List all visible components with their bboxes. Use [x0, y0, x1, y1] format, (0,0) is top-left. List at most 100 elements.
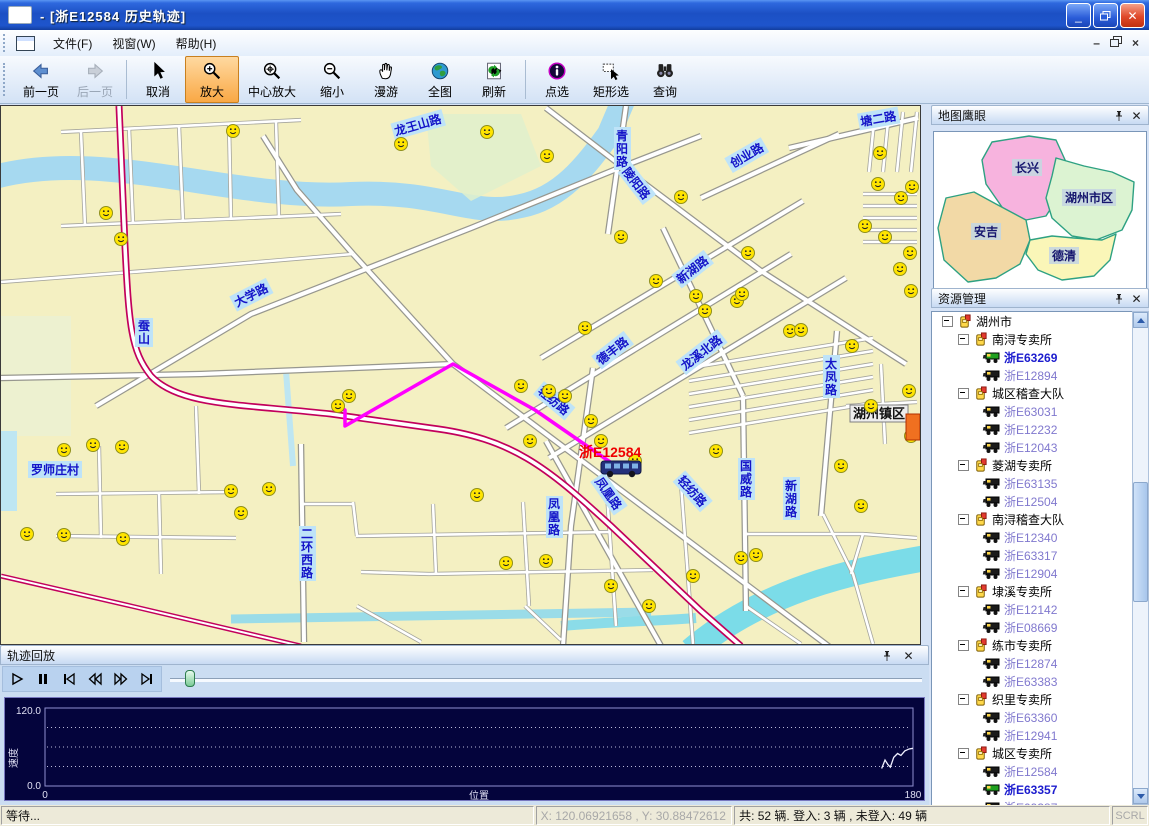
vehicle-marker-smiley[interactable]: [395, 138, 408, 151]
vehicle-marker-smiley[interactable]: [87, 439, 100, 452]
expand-collapse-box[interactable]: [958, 694, 969, 705]
vehicle-marker-smiley[interactable]: [855, 500, 868, 513]
tree-vehicle[interactable]: 浙E12504: [932, 492, 1133, 510]
vehicle-marker-smiley[interactable]: [903, 385, 916, 398]
vehicle-marker-smiley[interactable]: [699, 305, 712, 318]
tree-vehicle[interactable]: 浙E63269: [932, 348, 1133, 366]
minimize-button[interactable]: _: [1066, 3, 1091, 28]
tree-group[interactable]: 南浔专卖所: [932, 330, 1133, 348]
vehicle-marker-smiley[interactable]: [742, 247, 755, 260]
mdi-child-icon[interactable]: [16, 36, 35, 51]
vehicle-marker-smiley[interactable]: [58, 444, 71, 457]
vehicle-marker-smiley[interactable]: [524, 435, 537, 448]
play-button[interactable]: [5, 668, 29, 690]
slider-thumb[interactable]: [185, 670, 195, 687]
vehicle-marker-smiley[interactable]: [225, 485, 238, 498]
eagle-eye-map[interactable]: 长兴湖州市区安吉德清: [933, 131, 1147, 291]
toolbar-button-pan-hand[interactable]: 漫游: [359, 56, 413, 103]
tree-group[interactable]: 城区专卖所: [932, 744, 1133, 762]
toolbar-button-cursor[interactable]: 取消: [131, 56, 185, 103]
expand-collapse-box[interactable]: [958, 388, 969, 399]
scrollbar-down-button[interactable]: [1133, 788, 1148, 804]
toolbar-button-zoom-center[interactable]: 中心放大: [239, 56, 305, 103]
expand-collapse-box[interactable]: [958, 586, 969, 597]
menubar-gripper[interactable]: [3, 34, 9, 52]
expand-collapse-box[interactable]: [958, 748, 969, 759]
vehicle-marker-smiley[interactable]: [872, 178, 885, 191]
expand-collapse-box[interactable]: [958, 514, 969, 525]
toolbar-gripper[interactable]: [3, 63, 9, 96]
vehicle-marker-smiley[interactable]: [605, 580, 618, 593]
vehicle-marker-smiley[interactable]: [343, 390, 356, 403]
resources-close-button[interactable]: ✕: [1129, 292, 1144, 306]
eagle-eye-close-button[interactable]: ✕: [1129, 109, 1144, 123]
tree-vehicle[interactable]: 浙E63383: [932, 672, 1133, 690]
tree-vehicle[interactable]: 浙E63360: [932, 708, 1133, 726]
close-button[interactable]: ✕: [1120, 3, 1145, 28]
eagle-eye-pin-button[interactable]: [1111, 109, 1126, 123]
mdi-minimize-button[interactable]: –: [1093, 36, 1100, 50]
vehicle-marker-smiley[interactable]: [795, 324, 808, 337]
vehicle-marker-smiley[interactable]: [115, 233, 128, 246]
vehicle-marker-smiley[interactable]: [710, 445, 723, 458]
tree-group[interactable]: 南浔稽查大队: [932, 510, 1133, 528]
vehicle-marker-smiley[interactable]: [541, 150, 554, 163]
resources-pin-button[interactable]: [1111, 292, 1126, 306]
expand-collapse-box[interactable]: [942, 316, 953, 327]
vehicle-marker-smiley[interactable]: [21, 528, 34, 541]
tree-vehicle[interactable]: 浙E12941: [932, 726, 1133, 744]
toolbar-button-binoculars[interactable]: 查询: [638, 56, 692, 103]
vehicle-marker-smiley[interactable]: [540, 555, 553, 568]
vehicle-marker-smiley[interactable]: [100, 207, 113, 220]
vehicle-marker-smiley[interactable]: [675, 191, 688, 204]
vehicle-marker-smiley[interactable]: [543, 385, 556, 398]
resource-tree[interactable]: 湖州市南浔专卖所浙E63269浙E12894城区稽查大队浙E63031浙E122…: [931, 311, 1133, 807]
tracked-vehicle[interactable]: 浙E12584: [579, 444, 641, 477]
tree-root[interactable]: 湖州市: [932, 312, 1133, 330]
vehicle-marker-smiley[interactable]: [643, 600, 656, 613]
vehicle-marker-smiley[interactable]: [585, 415, 598, 428]
playback-slider[interactable]: [170, 666, 922, 692]
toolbar-button-info-select[interactable]: 点选: [530, 56, 584, 103]
vehicle-marker-smiley[interactable]: [879, 231, 892, 244]
tree-vehicle[interactable]: 浙E08669: [932, 618, 1133, 636]
vehicle-marker-smiley[interactable]: [865, 400, 878, 413]
vehicle-marker-smiley[interactable]: [750, 549, 763, 562]
restore-button[interactable]: [1093, 3, 1118, 28]
vehicle-marker-smiley[interactable]: [835, 460, 848, 473]
vehicle-marker-smiley[interactable]: [227, 125, 240, 138]
vehicle-marker-smiley[interactable]: [615, 231, 628, 244]
tree-vehicle[interactable]: 浙E63357: [932, 780, 1133, 798]
mdi-restore-button[interactable]: [1110, 36, 1122, 50]
vehicle-marker-smiley[interactable]: [735, 552, 748, 565]
scrollbar-thumb[interactable]: [1133, 482, 1148, 602]
vehicle-marker-smiley[interactable]: [332, 400, 345, 413]
tree-vehicle[interactable]: 浙E12874: [932, 654, 1133, 672]
vehicle-marker-smiley[interactable]: [481, 126, 494, 139]
toolbar-button-zoom-out[interactable]: 缩小: [305, 56, 359, 103]
expand-collapse-box[interactable]: [958, 460, 969, 471]
vehicle-marker-smiley[interactable]: [471, 489, 484, 502]
rewind-button[interactable]: [83, 668, 107, 690]
tree-vehicle[interactable]: 浙E12904: [932, 564, 1133, 582]
skip-start-button[interactable]: [57, 668, 81, 690]
resource-tree-scrollbar[interactable]: [1132, 311, 1149, 805]
vehicle-marker-smiley[interactable]: [579, 322, 592, 335]
toolbar-button-rect-select[interactable]: 矩形选: [584, 56, 638, 103]
vehicle-marker-smiley[interactable]: [500, 557, 513, 570]
toolbar-button-globe[interactable]: 全图: [413, 56, 467, 103]
menu-item-0[interactable]: 文件(F): [43, 32, 102, 55]
vehicle-marker-smiley[interactable]: [874, 147, 887, 160]
vehicle-marker-smiley[interactable]: [846, 340, 859, 353]
vehicle-marker-smiley[interactable]: [905, 285, 918, 298]
tree-vehicle[interactable]: 浙E63135: [932, 474, 1133, 492]
skip-end-button[interactable]: [135, 668, 159, 690]
vehicle-marker-smiley[interactable]: [904, 247, 917, 260]
tree-vehicle[interactable]: 浙E12584: [932, 762, 1133, 780]
tree-vehicle[interactable]: 浙E63031: [932, 402, 1133, 420]
tree-group[interactable]: 菱湖专卖所: [932, 456, 1133, 474]
toolbar-button-zoom-in[interactable]: 放大: [185, 56, 239, 103]
vehicle-marker-smiley[interactable]: [58, 529, 71, 542]
vehicle-marker-smiley[interactable]: [559, 390, 572, 403]
tree-group[interactable]: 练市专卖所: [932, 636, 1133, 654]
